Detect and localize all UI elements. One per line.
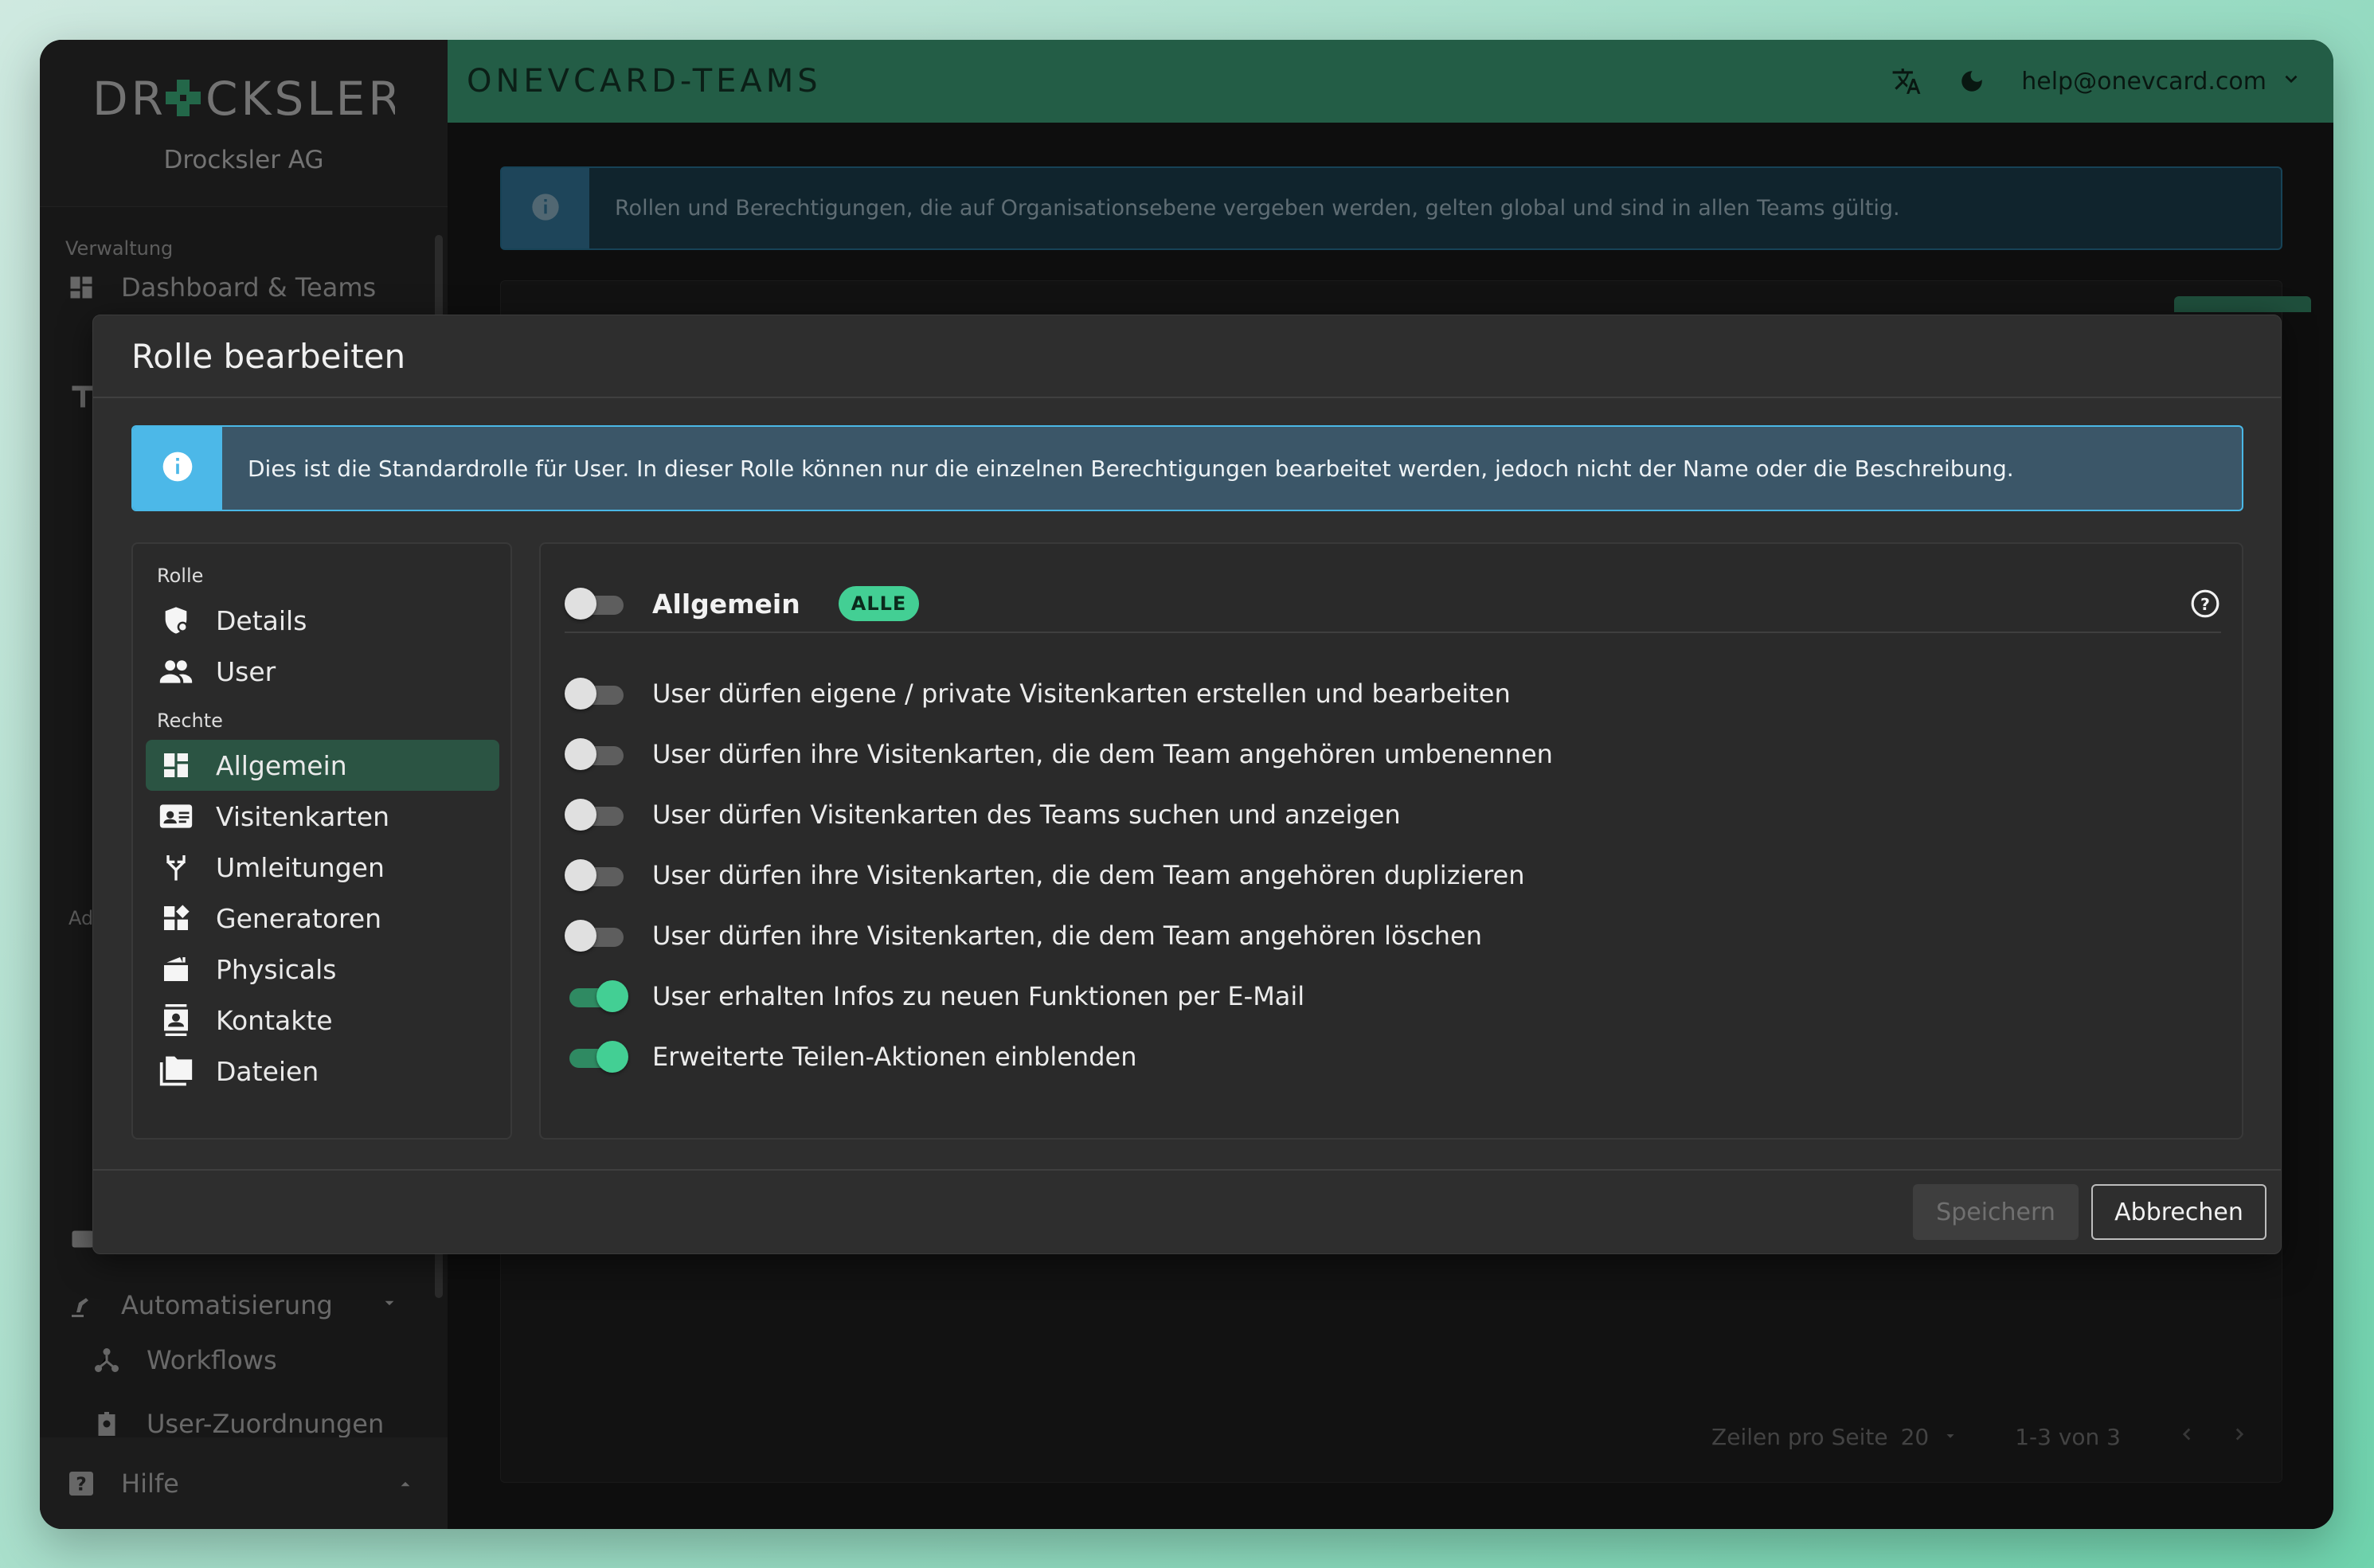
permissions-header: Allgemein ALLE ? bbox=[565, 576, 2221, 633]
permission-toggle[interactable] bbox=[565, 859, 625, 891]
nav-item-label: Visitenkarten bbox=[216, 800, 390, 832]
permission-toggle[interactable] bbox=[565, 980, 628, 1012]
nav-item-umleitungen[interactable]: Umleitungen bbox=[146, 842, 499, 893]
permission-label: User dürfen Visitenkarten des Teams such… bbox=[652, 800, 1401, 830]
nav-item-physicals[interactable]: Physicals bbox=[146, 944, 499, 995]
nav-item-label: Physicals bbox=[216, 953, 337, 985]
permission-label: User erhalten Infos zu neuen Funktionen … bbox=[652, 981, 1305, 1011]
nav-item-label: Generatoren bbox=[216, 902, 382, 934]
permission-label: User dürfen ihre Visitenkarten, die dem … bbox=[652, 860, 1525, 890]
permission-row: Erweiterte Teilen-Aktionen einblenden bbox=[565, 1033, 1136, 1081]
edit-role-dialog: Rolle bearbeiten Dies ist die Standardro… bbox=[92, 315, 2282, 1254]
permission-toggle[interactable] bbox=[565, 738, 625, 770]
cancel-button[interactable]: Abbrechen bbox=[2091, 1184, 2266, 1240]
nav-item-generatoren[interactable]: Generatoren bbox=[146, 893, 499, 944]
all-badge: ALLE bbox=[838, 586, 920, 621]
role-nav-panel: Rolle Details User Rechte Allgemein Visi… bbox=[131, 542, 512, 1140]
alert-text: Dies ist die Standardrolle für User. In … bbox=[248, 455, 2014, 482]
permission-row: User dürfen ihre Visitenkarten, die dem … bbox=[565, 730, 1553, 778]
info-icon bbox=[160, 449, 195, 487]
help-circle-icon[interactable]: ? bbox=[2189, 588, 2221, 620]
nav-item-label: Details bbox=[216, 604, 307, 636]
permissions-panel: Allgemein ALLE ? User dürfen eigene / pr… bbox=[539, 542, 2243, 1140]
shield-gear-icon bbox=[158, 603, 194, 638]
permission-label: User dürfen eigene / private Visitenkart… bbox=[652, 678, 1511, 709]
dialog-footer: Speichern Abbrechen bbox=[93, 1169, 2281, 1253]
nav-section-rolle: Rolle bbox=[157, 565, 204, 587]
permission-toggle[interactable] bbox=[565, 678, 625, 710]
nav-item-label: Allgemein bbox=[216, 749, 347, 781]
dialog-title: Rolle bearbeiten bbox=[93, 315, 2281, 398]
svg-text:?: ? bbox=[2200, 595, 2210, 614]
nav-item-label: Dateien bbox=[216, 1055, 319, 1087]
nav-section-rechte: Rechte bbox=[157, 710, 223, 732]
permission-toggle[interactable] bbox=[565, 799, 625, 831]
contacts-icon bbox=[158, 1003, 194, 1038]
nav-item-details[interactable]: Details bbox=[146, 595, 499, 646]
nav-item-visitenkarten[interactable]: Visitenkarten bbox=[146, 791, 499, 842]
fork-arrows-icon bbox=[158, 850, 194, 885]
nav-item-label: Kontakte bbox=[216, 1004, 333, 1036]
permission-row: User dürfen eigene / private Visitenkart… bbox=[565, 670, 1511, 718]
permission-row: User dürfen ihre Visitenkarten, die dem … bbox=[565, 912, 1482, 960]
permission-row: User dürfen Visitenkarten des Teams such… bbox=[565, 791, 1401, 839]
permission-row: User erhalten Infos zu neuen Funktionen … bbox=[565, 972, 1304, 1020]
permission-toggle[interactable] bbox=[565, 1041, 628, 1073]
toggle-all[interactable] bbox=[565, 588, 625, 620]
permission-row: User dürfen ihre Visitenkarten, die dem … bbox=[565, 851, 1524, 899]
permissions-group-label: Allgemein bbox=[652, 588, 800, 620]
widgets-icon bbox=[158, 901, 194, 936]
permission-toggle[interactable] bbox=[565, 920, 625, 952]
standard-role-alert: Dies ist die Standardrolle für User. In … bbox=[131, 425, 2243, 511]
folders-icon bbox=[158, 1054, 194, 1089]
nav-item-label: User bbox=[216, 655, 276, 687]
nav-item-user[interactable]: User bbox=[146, 646, 499, 697]
nav-item-label: Umleitungen bbox=[216, 851, 385, 883]
permission-label: User dürfen ihre Visitenkarten, die dem … bbox=[652, 739, 1553, 769]
nav-item-kontakte[interactable]: Kontakte bbox=[146, 995, 499, 1046]
nav-item-allgemein[interactable]: Allgemein bbox=[146, 740, 499, 791]
permission-label: User dürfen ihre Visitenkarten, die dem … bbox=[652, 921, 1482, 951]
permission-label: Erweiterte Teilen-Aktionen einblenden bbox=[652, 1042, 1137, 1072]
dashboard-icon bbox=[158, 748, 194, 783]
save-button[interactable]: Speichern bbox=[1913, 1184, 2079, 1240]
people-icon bbox=[158, 654, 194, 689]
nav-item-dateien[interactable]: Dateien bbox=[146, 1046, 499, 1097]
wallet-icon bbox=[158, 952, 194, 987]
contact-card-icon bbox=[158, 799, 194, 834]
